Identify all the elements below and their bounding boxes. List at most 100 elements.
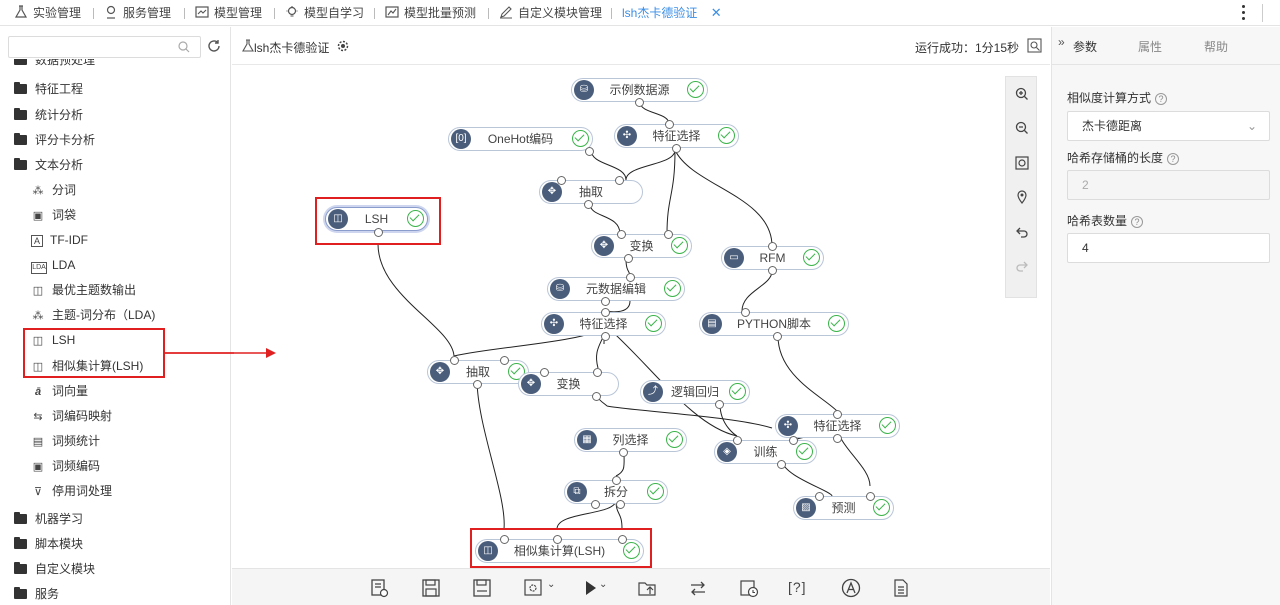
workflow-node-logistic-regression[interactable]: ⤴ 逻辑回归 (640, 380, 750, 404)
hash-table-count-input[interactable]: 4 (1067, 233, 1270, 263)
zoom-in-icon[interactable] (1012, 86, 1032, 106)
document-icon[interactable] (890, 577, 912, 599)
output-port[interactable] (591, 500, 600, 509)
tab-model-self-learning[interactable]: 模型自学习 (285, 0, 364, 26)
output-port[interactable] (777, 460, 786, 469)
input-port[interactable] (664, 230, 673, 239)
help-bracket-icon[interactable]: [?] (788, 579, 807, 595)
output-port[interactable] (768, 266, 777, 275)
tab-model-management[interactable]: 模型管理 (195, 0, 262, 26)
input-port[interactable] (815, 492, 824, 501)
workflow-node-transform-2[interactable]: ✥ 变换 (518, 372, 619, 396)
tree-folder-feature-engineering[interactable]: 特征工程 (14, 78, 83, 100)
tree-item-segmentation[interactable]: ⁂ 分词 (31, 179, 77, 201)
tab-batch-prediction[interactable]: 模型批量预测 (385, 0, 476, 26)
input-port[interactable] (789, 436, 798, 445)
redo-icon[interactable] (1012, 258, 1032, 278)
tree-folder-scorecard[interactable]: 评分卡分析 (14, 129, 95, 151)
tab-service-management[interactable]: 服务管理 (104, 0, 171, 26)
save-icon[interactable] (420, 577, 442, 599)
workflow-node-train[interactable]: ◈ 训练 (714, 440, 817, 464)
zoom-out-icon[interactable] (1012, 120, 1032, 140)
output-port[interactable] (833, 434, 842, 443)
tree-item-word-encoding-map[interactable]: ⇆ 词编码映射 (31, 405, 112, 427)
output-port[interactable] (619, 448, 628, 457)
input-port[interactable] (612, 476, 621, 485)
tree-item-word-frequency[interactable]: ▤ 词频统计 (31, 430, 100, 452)
close-tab-icon[interactable]: ✕ (711, 5, 722, 20)
locate-icon[interactable] (1012, 189, 1032, 209)
workflow-node-column-select[interactable]: ▦ 列选择 (574, 428, 687, 452)
tree-item-bag-of-words[interactable]: ▣ 词袋 (31, 204, 76, 226)
input-port[interactable] (833, 410, 842, 419)
workflow-node-onehot[interactable]: [0] OneHot编码 (448, 127, 593, 151)
tree-item-frequency-encoding[interactable]: ▣ 词频编码 (31, 455, 100, 477)
output-port[interactable] (773, 332, 782, 341)
settings-icon[interactable] (523, 577, 545, 599)
tree-item-tfidf[interactable]: A TF-IDF (31, 229, 88, 251)
workflow-node-metadata-edit[interactable]: ⛁ 元数据编辑 (547, 277, 685, 301)
workflow-canvas[interactable]: ⛁ 示例数据源 [0] OneHot编码 ✣ 特征选择 ◫ LSH ✥ 抽取 ✥… (164, 66, 1050, 568)
input-port[interactable] (665, 120, 674, 129)
tree-item-topic-word-distribution[interactable]: ⁂ 主题-词分布（LDA) (31, 304, 156, 326)
output-port[interactable] (616, 500, 625, 509)
tab-params[interactable]: 参数 (1073, 27, 1097, 65)
collapse-panel-icon[interactable]: » (1058, 35, 1065, 49)
input-port[interactable] (626, 273, 635, 282)
run-dropdown-icon[interactable]: ⌄ (599, 579, 607, 590)
output-port[interactable] (585, 147, 594, 156)
swap-icon[interactable] (687, 577, 709, 599)
input-port[interactable] (733, 436, 742, 445)
output-port[interactable] (672, 144, 681, 153)
output-port[interactable] (592, 392, 601, 401)
save-as-icon[interactable] (471, 577, 493, 599)
help-circle-icon[interactable]: ? (1155, 93, 1168, 105)
input-port[interactable] (615, 176, 624, 185)
tree-folder-custom-modules[interactable]: 自定义模块 (14, 558, 95, 580)
output-port[interactable] (584, 200, 593, 209)
tree-item-word-vector[interactable]: ā 词向量 (31, 380, 88, 402)
output-port[interactable] (601, 297, 610, 306)
tree-item-stopword[interactable]: ⊽ 停用词处理 (31, 480, 112, 502)
input-port[interactable] (500, 356, 509, 365)
tree-item-optimal-topics[interactable]: ◫ 最优主题数输出 (31, 279, 136, 301)
settings-dropdown-icon[interactable]: ⌄ (547, 579, 555, 590)
tree-folder-data-preprocessing[interactable]: 数据预处理 (14, 59, 95, 67)
tree-item-lda[interactable]: LDA LDA (31, 254, 75, 276)
input-port[interactable] (768, 242, 777, 251)
tab-help[interactable]: 帮助 (1204, 27, 1228, 65)
tab-experiment-management[interactable]: 实验管理 (14, 0, 81, 26)
help-circle-icon[interactable]: ? (1167, 153, 1180, 165)
input-port[interactable] (540, 368, 549, 377)
settings-gear-icon[interactable] (336, 39, 350, 53)
undo-icon[interactable] (1012, 224, 1032, 244)
font-icon[interactable] (840, 577, 862, 599)
tree-folder-machine-learning[interactable]: 机器学习 (14, 508, 83, 530)
input-port[interactable] (617, 230, 626, 239)
tab-attributes[interactable]: 属性 (1138, 27, 1162, 65)
workflow-node-predict[interactable]: ▨ 预测 (793, 496, 894, 520)
search-log-icon[interactable] (1027, 38, 1042, 53)
input-port[interactable] (741, 308, 750, 317)
input-port[interactable] (450, 356, 459, 365)
schedule-icon[interactable] (738, 577, 760, 599)
output-port[interactable] (635, 98, 644, 107)
help-circle-icon[interactable]: ? (1131, 216, 1144, 228)
run-log-icon[interactable] (369, 577, 391, 599)
input-port[interactable] (601, 308, 610, 317)
tree-folder-services[interactable]: 服务 (14, 583, 59, 605)
similarity-method-select[interactable]: 杰卡德距离 ⌄ (1067, 111, 1270, 141)
output-port[interactable] (601, 332, 610, 341)
tab-lsh-jaccard[interactable]: lsh杰卡德验证 ✕ (622, 0, 722, 26)
output-port[interactable] (624, 254, 633, 263)
fit-icon[interactable] (1012, 155, 1032, 175)
more-vertical-icon[interactable] (1240, 4, 1246, 22)
export-icon[interactable] (636, 577, 658, 599)
tab-custom-module-management[interactable]: 自定义模块管理 (499, 0, 602, 26)
tree-folder-statistics[interactable]: 统计分析 (14, 104, 83, 126)
tree-folder-script-modules[interactable]: 脚本模块 (14, 533, 83, 555)
input-port[interactable] (866, 492, 875, 501)
input-port[interactable] (557, 176, 566, 185)
workflow-node-transform-1[interactable]: ✥ 变换 (591, 234, 692, 258)
input-port[interactable] (593, 368, 602, 377)
